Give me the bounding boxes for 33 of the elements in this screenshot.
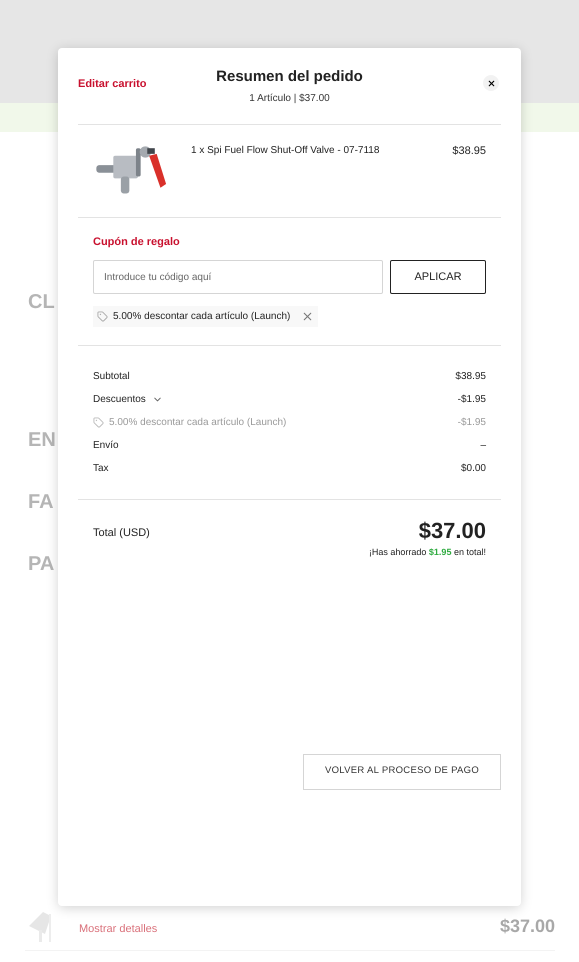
summary-value: $38.95 bbox=[455, 370, 486, 384]
close-button[interactable] bbox=[483, 75, 499, 91]
close-icon bbox=[486, 78, 496, 88]
dialog-title: Resumen del pedido bbox=[216, 67, 363, 87]
dialog-subtitle: 1 Artículo | $37.00 bbox=[249, 92, 330, 106]
section-heading: FA bbox=[28, 490, 54, 514]
section-heading: PA bbox=[28, 552, 54, 576]
back-to-checkout-button[interactable]: VOLVER AL PROCESO DE PAGO bbox=[303, 754, 501, 790]
edit-cart-link[interactable]: Editar carrito bbox=[78, 76, 146, 92]
section-heading: CL bbox=[28, 290, 55, 314]
summary-value: $0.00 bbox=[460, 462, 486, 476]
summary-value: – bbox=[480, 438, 486, 452]
product-name: 1 x Spi Fuel Flow Shut-Off Valve - 07-7118 bbox=[191, 144, 380, 158]
summary-label: Tax bbox=[93, 462, 109, 476]
summary-value: -$1.95 bbox=[458, 416, 486, 430]
remove-icon[interactable] bbox=[301, 310, 314, 323]
summary-value: -$1.95 bbox=[458, 392, 486, 406]
tag-icon bbox=[97, 311, 108, 322]
coupon-input[interactable]: Introduce tu código aquí bbox=[93, 260, 383, 294]
summary-label: 5.00% descontar cada artículo (Launch) bbox=[109, 416, 286, 430]
section-heading: EN bbox=[28, 428, 56, 452]
coupon-label: 5.00% descontar cada artículo (Launch) bbox=[113, 310, 290, 324]
tag-icon bbox=[93, 416, 104, 428]
footer-total: $37.00 bbox=[500, 914, 555, 938]
product-price: $38.95 bbox=[452, 144, 486, 158]
coupon-title: Cupón de regalo bbox=[93, 234, 181, 250]
savings-note: ¡Has ahorrado $1.95 en total! bbox=[368, 546, 486, 559]
summary-label: Envío bbox=[93, 438, 119, 452]
total-label: Total (USD) bbox=[93, 526, 150, 541]
apply-button[interactable]: APLICAR bbox=[390, 260, 486, 294]
summary-label: Subtotal bbox=[93, 370, 130, 384]
discounts-toggle[interactable]: Descuentos bbox=[93, 392, 163, 406]
total-amount: $37.00 bbox=[418, 518, 486, 544]
